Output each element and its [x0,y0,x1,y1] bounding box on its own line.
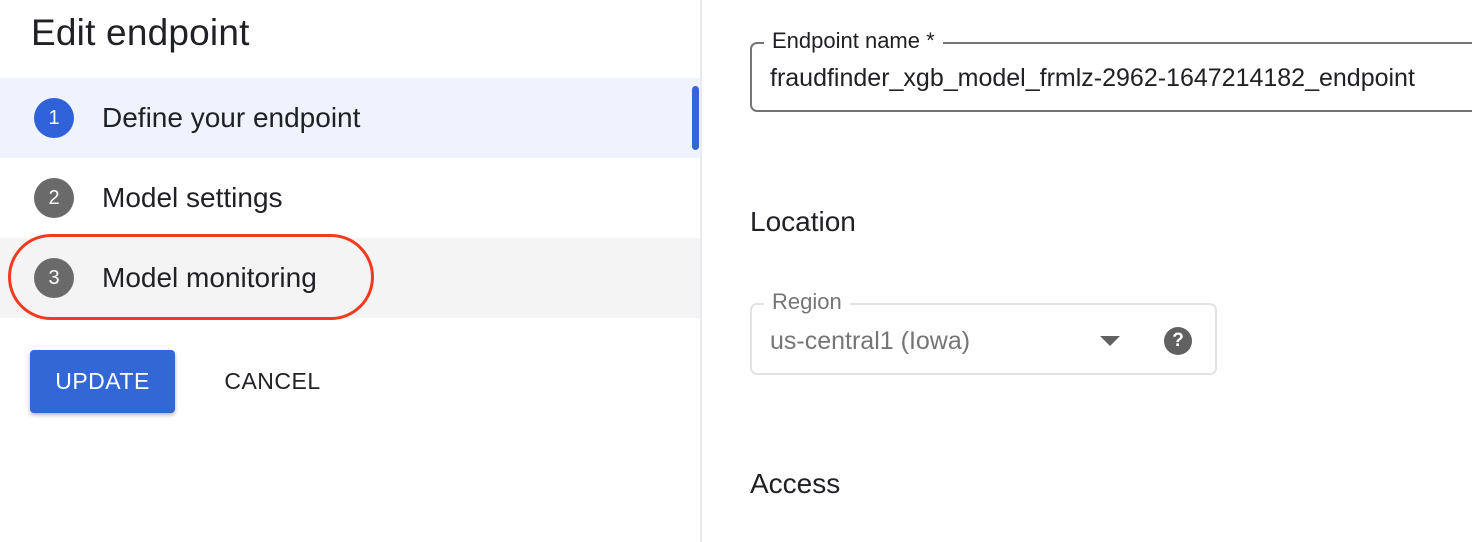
cancel-button[interactable]: CANCEL [200,350,345,413]
step-model-settings[interactable]: 2 Model settings [0,158,700,238]
help-icon[interactable]: ? [1164,327,1192,355]
endpoint-name-input[interactable]: fraudfinder_xgb_model_frmlz-2962-1647214… [770,64,1415,93]
annotation-highlight-circle [8,234,374,320]
panel-divider [700,0,702,542]
region-select[interactable]: Region us-central1 (Iowa) ? [750,289,1217,375]
step-label: Define your endpoint [102,102,361,133]
page-title: Edit endpoint [31,12,250,53]
endpoint-name-field[interactable]: Endpoint name * fraudfinder_xgb_model_fr… [750,28,1472,112]
step-define-endpoint[interactable]: 1 Define your endpoint [0,78,700,158]
scrollbar-thumb[interactable] [692,86,699,150]
region-label: Region [764,289,850,315]
access-heading: Access [750,468,841,499]
step-label: Model settings [102,182,283,213]
update-button[interactable]: UPDATE [30,350,175,413]
steps-panel: Edit endpoint 1 Define your endpoint 2 M… [0,0,700,542]
region-value: us-central1 (Iowa) [770,327,971,355]
location-heading: Location [750,206,856,237]
endpoint-name-label: Endpoint name * [764,28,943,54]
step-number-badge: 1 [34,98,74,138]
dropdown-arrow-icon[interactable] [1100,336,1120,346]
step-number-badge: 2 [34,178,74,218]
